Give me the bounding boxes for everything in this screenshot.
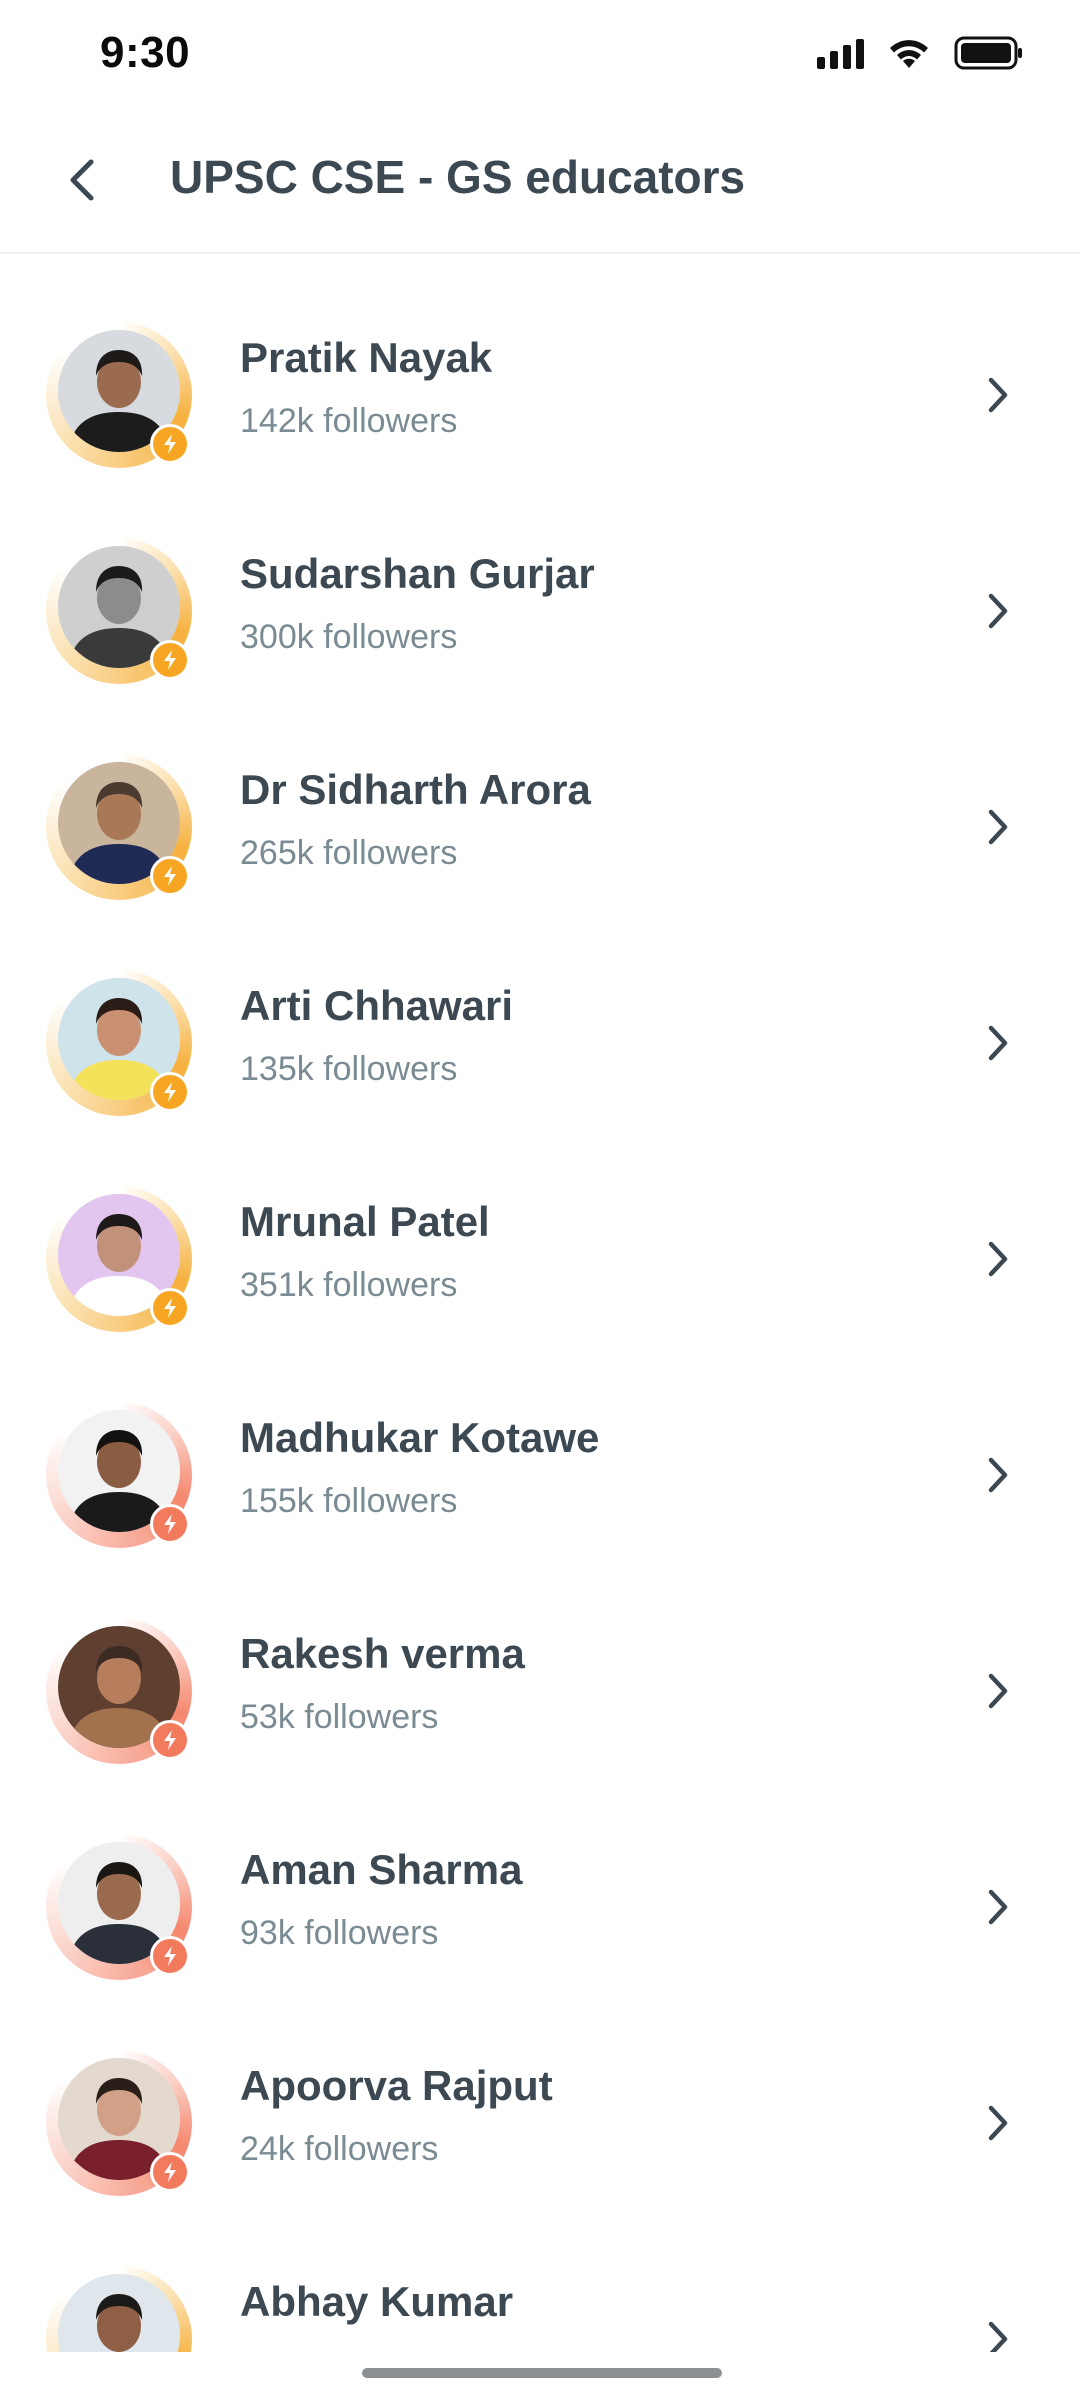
- back-button[interactable]: [52, 150, 112, 210]
- cellular-signal-icon: [817, 37, 864, 69]
- chevron-right-icon: [975, 2316, 1021, 2352]
- chevron-right-icon: [975, 1236, 1021, 1282]
- educator-row[interactable]: Madhukar Kotawe 155k followers: [0, 1332, 1080, 1548]
- educator-row[interactable]: Mrunal Patel 351k followers: [0, 1116, 1080, 1332]
- educator-row[interactable]: Arti Chhawari 135k followers: [0, 900, 1080, 1116]
- educator-followers: 135k followers: [240, 1050, 458, 1088]
- educator-name: Aman Sharma: [240, 1846, 523, 1893]
- status-time: 9:30: [100, 28, 191, 77]
- status-icons: [817, 36, 1024, 70]
- educator-name: Dr Sidharth Arora: [240, 766, 591, 813]
- status-bar: 9:30: [0, 0, 1080, 110]
- educator-avatar: [46, 538, 192, 684]
- educator-row[interactable]: Sudarshan Gurjar 300k followers: [0, 468, 1080, 684]
- chevron-left-icon: [70, 159, 94, 201]
- educator-name: Abhay Kumar: [240, 2278, 514, 2325]
- page-title: UPSC CSE - GS educators: [170, 151, 746, 203]
- educator-avatar: [46, 2050, 192, 2196]
- educator-name: Mrunal Patel: [240, 1198, 490, 1245]
- educator-followers: 300k followers: [240, 618, 458, 656]
- educator-followers: 265k followers: [240, 834, 458, 872]
- educator-row[interactable]: Dr Sidharth Arora 265k followers: [0, 684, 1080, 900]
- home-indicator: [362, 2368, 722, 2378]
- battery-icon: [954, 36, 1022, 70]
- educator-avatar: [46, 754, 192, 900]
- educator-avatar: [46, 1402, 192, 1548]
- chevron-right-icon: [975, 2100, 1021, 2146]
- educator-followers: 155k followers: [240, 1482, 458, 1520]
- plus-badge-icon: [150, 1072, 190, 1112]
- header: UPSC CSE - GS educators: [0, 110, 1080, 254]
- educator-avatar: [46, 1186, 192, 1332]
- chevron-right-icon: [975, 1452, 1021, 1498]
- chevron-right-icon: [975, 1884, 1021, 1930]
- educator-row[interactable]: Pratik Nayak 142k followers: [0, 252, 1080, 468]
- plus-badge-icon: [150, 1936, 190, 1976]
- educator-followers: 53k followers: [240, 1698, 439, 1736]
- educator-name: Arti Chhawari: [240, 982, 514, 1029]
- plus-badge-icon: [150, 640, 190, 680]
- plus-badge-icon: [150, 856, 190, 896]
- chevron-right-icon: [975, 1020, 1021, 1066]
- educator-row[interactable]: Rakesh verma 53k followers: [0, 1548, 1080, 1764]
- plus-badge-icon: [150, 1288, 190, 1328]
- educator-list: Pratik Nayak 142k followers Sudarshan Gu…: [0, 252, 1080, 2352]
- educator-followers: 93k followers: [240, 1914, 439, 1952]
- educator-avatar: [46, 1618, 192, 1764]
- educator-name: Madhukar Kotawe: [240, 1414, 600, 1461]
- plus-badge-icon: [150, 1720, 190, 1760]
- chevron-right-icon: [975, 372, 1021, 418]
- plus-badge-icon: [150, 424, 190, 464]
- educator-row[interactable]: Apoorva Rajput 24k followers: [0, 1980, 1080, 2196]
- chevron-right-icon: [975, 804, 1021, 850]
- educator-avatar: [46, 1834, 192, 1980]
- plus-badge-icon: [150, 2152, 190, 2192]
- educator-name: Apoorva Rajput: [240, 2062, 553, 2109]
- chevron-right-icon: [975, 1668, 1021, 1714]
- plus-badge-icon: [150, 1504, 190, 1544]
- educator-row[interactable]: Abhay Kumar: [0, 2196, 1080, 2352]
- educator-name: Sudarshan Gurjar: [240, 550, 595, 597]
- educator-followers: 24k followers: [240, 2130, 439, 2168]
- educator-followers: 142k followers: [240, 402, 458, 440]
- educator-avatar: [46, 322, 192, 468]
- educator-followers: 351k followers: [240, 1266, 458, 1304]
- educator-name: Rakesh verma: [240, 1630, 525, 1677]
- educator-avatar: [46, 2266, 192, 2352]
- chevron-right-icon: [975, 588, 1021, 634]
- educator-row[interactable]: Aman Sharma 93k followers: [0, 1764, 1080, 1980]
- educator-avatar: [46, 970, 192, 1116]
- educator-name: Pratik Nayak: [240, 334, 493, 381]
- wifi-icon: [890, 40, 928, 68]
